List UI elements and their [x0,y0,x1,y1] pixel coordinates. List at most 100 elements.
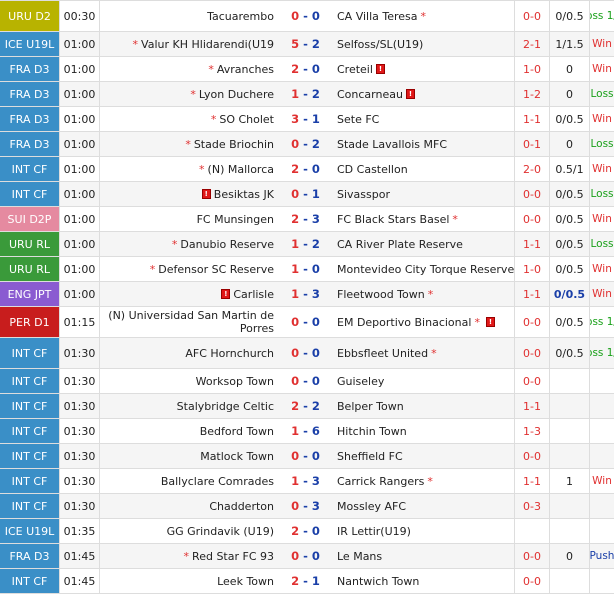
score[interactable]: 0-0 [278,544,333,568]
score[interactable]: 1-2 [278,82,333,106]
away-team[interactable]: Fleetwood Town * [333,282,514,306]
home-team[interactable]: * (N) Mallorca [99,157,278,181]
home-team[interactable]: FC Munsingen [99,207,278,231]
home-team[interactable]: AFC Hornchurch [99,338,278,368]
away-team[interactable]: Belper Town [333,394,514,418]
home-team-name[interactable]: Leek Town [217,575,274,588]
score[interactable]: 2-0 [278,57,333,81]
away-team[interactable]: Ebbsfleet United * [333,338,514,368]
match-row[interactable]: SUI D2P 01:00 FC Munsingen 2-3 FC Black Star… [0,207,614,232]
away-team-name[interactable]: CA River Plate Reserve [337,238,463,251]
score[interactable]: 1-0 [278,257,333,281]
score[interactable]: 0-3 [278,494,333,518]
league-badge[interactable]: INT CF [0,338,59,368]
home-team[interactable]: Chadderton [99,494,278,518]
score[interactable]: 0-2 [278,132,333,156]
home-team[interactable]: Leek Town [99,569,278,593]
score[interactable]: 1-3 [278,282,333,306]
match-row[interactable]: INT CF 01:30 Chadderton 0-3 Mossley AFC 0-3 [0,494,614,519]
match-row[interactable]: FRA D3 01:00 * Avranches 2-0 Creteil! 1-0 0 Win [0,57,614,82]
league-badge[interactable]: ICE U19L [0,519,59,543]
home-team-name[interactable]: Stalybridge Celtic [177,400,274,413]
away-team-name[interactable]: Belper Town [337,400,404,413]
home-team-name[interactable]: Red Star FC 93 [192,550,274,563]
away-team[interactable]: Creteil! [333,57,514,81]
score[interactable]: 1-2 [278,232,333,256]
score[interactable]: 0-0 [278,1,333,31]
away-team[interactable]: EM Deportivo Binacional *! [333,307,514,337]
score[interactable]: 2-2 [278,394,333,418]
home-team[interactable]: * Lyon Duchere [99,82,278,106]
away-team-name[interactable]: FC Black Stars Basel [337,213,449,226]
score[interactable]: 0-1 [278,182,333,206]
league-badge[interactable]: INT CF [0,369,59,393]
home-team-name[interactable]: Ballyclare Comrades [161,475,274,488]
away-team[interactable]: Nantwich Town [333,569,514,593]
home-team[interactable]: * Avranches [99,57,278,81]
home-team-name[interactable]: SO Cholet [219,113,274,126]
home-team[interactable]: * Stade Briochin [99,132,278,156]
away-team-name[interactable]: CA Villa Teresa [337,10,418,23]
home-team[interactable]: * Red Star FC 93 [99,544,278,568]
league-badge[interactable]: FRA D3 [0,57,59,81]
match-row[interactable]: INT CF 01:00 * (N) Mallorca 2-0 CD Castellon 2… [0,157,614,182]
score[interactable]: 0-0 [278,307,333,337]
league-badge[interactable]: FRA D3 [0,82,59,106]
home-team-name[interactable]: (N) Mallorca [208,163,274,176]
league-badge[interactable]: INT CF [0,494,59,518]
league-badge[interactable]: INT CF [0,182,59,206]
league-badge[interactable]: SUI D2P [0,207,59,231]
away-team-name[interactable]: Stade Lavallois MFC [337,138,447,151]
home-team[interactable]: ! Carlisle [99,282,278,306]
match-row[interactable]: INT CF 01:30 Stalybridge Celtic 2-2 Belper T… [0,394,614,419]
score[interactable]: 5-2 [278,32,333,56]
home-team-name[interactable]: Lyon Duchere [199,88,274,101]
home-team-name[interactable]: Chadderton [209,500,274,513]
away-team-name[interactable]: Sivasspor [337,188,390,201]
league-badge[interactable]: FRA D3 [0,544,59,568]
league-badge[interactable]: INT CF [0,469,59,493]
match-row[interactable]: ICE U19L 01:35 GG Grindavik (U19) 2-0 IR Let… [0,519,614,544]
league-badge[interactable]: INT CF [0,394,59,418]
home-team[interactable]: ! Besiktas JK [99,182,278,206]
league-badge[interactable]: ICE U19L [0,32,59,56]
away-team[interactable]: FC Black Stars Basel * [333,207,514,231]
away-team-name[interactable]: Sheffield FC [337,450,403,463]
score[interactable]: 1-6 [278,419,333,443]
home-team[interactable]: Matlock Town [99,444,278,468]
score[interactable]: 0-0 [278,338,333,368]
home-team-name[interactable]: Danubio Reserve [180,238,274,251]
match-row[interactable]: INT CF 01:45 Leek Town 2-1 Nantwich Town 0-0 [0,569,614,594]
away-team-name[interactable]: EM Deportivo Binacional [337,316,471,329]
away-team-name[interactable]: Carrick Rangers [337,475,424,488]
league-badge[interactable]: INT CF [0,569,59,593]
away-team[interactable]: Le Mans [333,544,514,568]
away-team-name[interactable]: Selfoss/SL(U19) [337,38,423,51]
match-row[interactable]: INT CF 01:30 Ballyclare Comrades 1-3 Carrick… [0,469,614,494]
score[interactable]: 0-0 [278,369,333,393]
away-team-name[interactable]: IR Lettir(U19) [337,525,411,538]
score[interactable]: 1-3 [278,469,333,493]
home-team-name[interactable]: Avranches [217,63,274,76]
away-team[interactable]: Carrick Rangers * [333,469,514,493]
league-badge[interactable]: INT CF [0,419,59,443]
league-badge[interactable]: INT CF [0,444,59,468]
away-team[interactable]: Sete FC [333,107,514,131]
match-row[interactable]: URU RL 01:00 * Defensor SC Reserve 1-0 Montev… [0,257,614,282]
home-team[interactable]: Bedford Town [99,419,278,443]
away-team-name[interactable]: Hitchin Town [337,425,407,438]
match-row[interactable]: ICE U19L 01:00 * Valur KH Hlidarendi(U19 5-2… [0,32,614,57]
league-badge[interactable]: FRA D3 [0,132,59,156]
match-row[interactable]: INT CF 01:30 AFC Hornchurch 0-0 Ebbsfleet Un… [0,338,614,369]
away-team-name[interactable]: Sete FC [337,113,379,126]
score[interactable]: 2-1 [278,569,333,593]
league-badge[interactable]: ENG JPT [0,282,59,306]
home-team-name[interactable]: Bedford Town [200,425,274,438]
away-team-name[interactable]: Concarneau [337,88,403,101]
home-team-name[interactable]: Defensor SC Reserve [158,263,274,276]
league-badge[interactable]: FRA D3 [0,107,59,131]
home-team[interactable]: Ballyclare Comrades [99,469,278,493]
away-team-name[interactable]: Nantwich Town [337,575,419,588]
match-row[interactable]: ENG JPT 01:00! Carlisle 1-3 Fleetwood Town * 1… [0,282,614,307]
away-team[interactable]: Selfoss/SL(U19) [333,32,514,56]
